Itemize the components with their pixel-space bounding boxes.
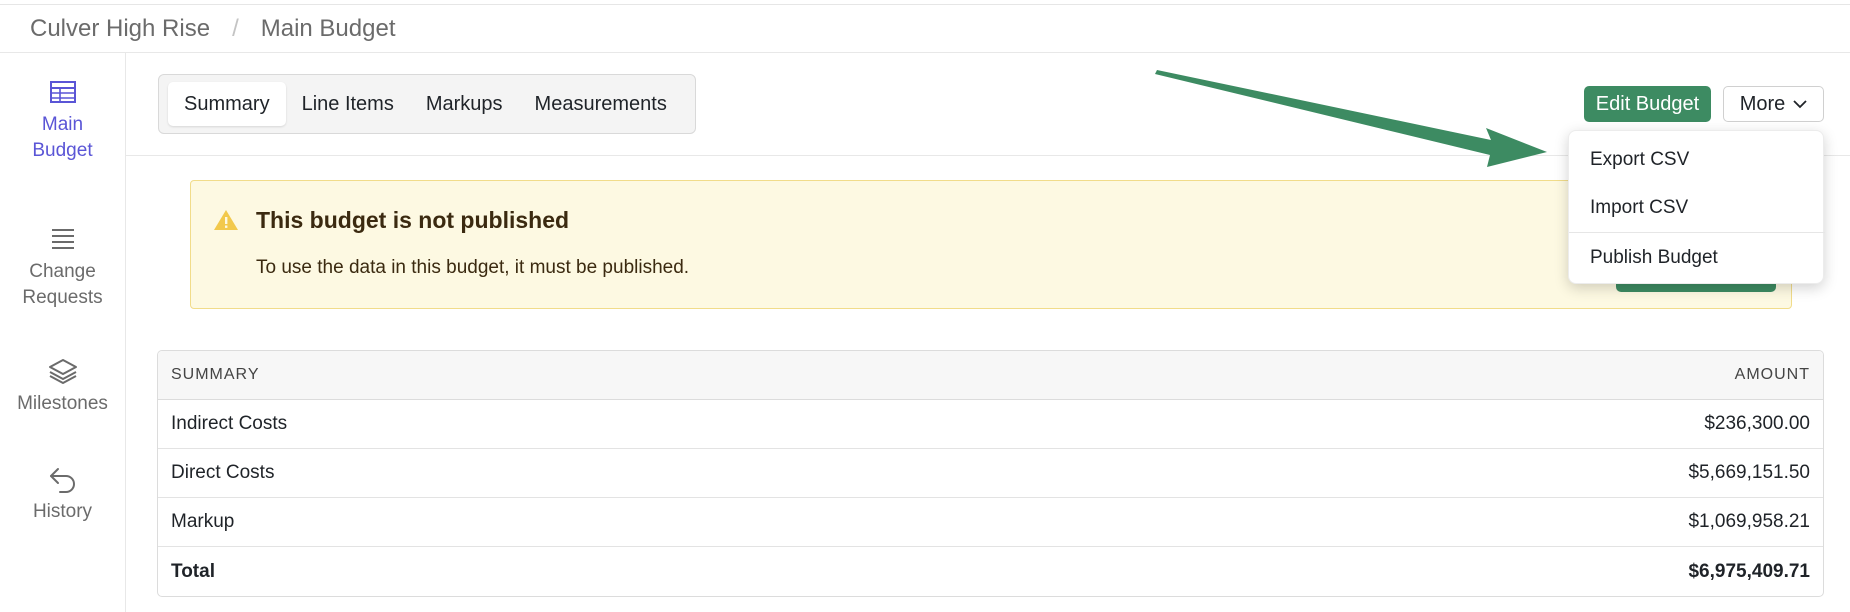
menu-item-export-csv[interactable]: Export CSV xyxy=(1569,136,1825,184)
chevron-down-icon xyxy=(1793,100,1807,109)
breadcrumb-current-page: Main Budget xyxy=(260,14,396,42)
table-header: SUMMARY AMOUNT xyxy=(158,351,1823,400)
table-row: Indirect Costs $236,300.00 xyxy=(158,400,1823,449)
table-icon xyxy=(49,81,76,103)
row-amount: $6,975,409.71 xyxy=(1688,560,1810,582)
table-row: Direct Costs $5,669,151.50 xyxy=(158,449,1823,498)
table-row: Markup $1,069,958.21 xyxy=(158,498,1823,547)
sidebar-item-label: Requests xyxy=(22,287,103,308)
sidebar-item-history[interactable]: History xyxy=(0,465,125,525)
layers-icon xyxy=(48,359,77,384)
annotation-arrow xyxy=(1155,70,1547,167)
menu-item-import-csv[interactable]: Import CSV xyxy=(1569,184,1825,232)
sidebar-item-label: History xyxy=(32,501,93,522)
sidebar: Main Budget Change Requests Milestones H… xyxy=(0,53,126,612)
table-row-total: Total $6,975,409.71 xyxy=(158,547,1823,596)
more-button-label: More xyxy=(1739,92,1786,115)
sidebar-item-label: Milestones xyxy=(17,393,108,414)
sidebar-item-change-requests[interactable]: Change Requests xyxy=(0,225,125,311)
unpublished-alert: This budget is not published To use the … xyxy=(190,180,1792,309)
warning-icon xyxy=(214,210,238,230)
more-dropdown-button[interactable]: More xyxy=(1723,86,1824,122)
row-amount: $236,300.00 xyxy=(1704,413,1810,434)
tab-summary[interactable]: Summary xyxy=(168,82,286,126)
edit-budget-button[interactable]: Edit Budget xyxy=(1584,86,1711,122)
alert-title: This budget is not published xyxy=(256,207,570,233)
row-label: Indirect Costs xyxy=(171,413,288,434)
breadcrumb-project[interactable]: Culver High Rise xyxy=(30,15,210,43)
sidebar-item-label: Main xyxy=(41,114,84,135)
row-amount: $1,069,958.21 xyxy=(1688,511,1810,532)
header-amount: AMOUNT xyxy=(1734,366,1810,383)
row-label: Total xyxy=(171,560,215,582)
row-amount: $5,669,151.50 xyxy=(1688,462,1810,483)
undo-icon xyxy=(49,468,75,493)
summary-table: SUMMARY AMOUNT Indirect Costs $236,300.0… xyxy=(157,350,1824,597)
sidebar-item-main-budget[interactable]: Main Budget xyxy=(0,78,125,164)
header-summary: SUMMARY xyxy=(171,366,260,383)
more-dropdown-menu: Export CSV Import CSV Publish Budget xyxy=(1568,130,1825,284)
sidebar-item-milestones[interactable]: Milestones xyxy=(0,357,125,417)
tab-markups[interactable]: Markups xyxy=(410,82,519,126)
list-icon xyxy=(51,229,74,249)
sidebar-item-label: Budget xyxy=(32,140,93,161)
menu-item-publish-budget[interactable]: Publish Budget xyxy=(1569,234,1825,282)
sidebar-item-label: Change xyxy=(29,261,96,282)
alert-message: To use the data in this budget, it must … xyxy=(256,257,690,278)
view-tabs: Summary Line Items Markups Measurements xyxy=(158,74,696,134)
row-label: Direct Costs xyxy=(171,462,275,483)
breadcrumb: Culver High Rise / Main Budget xyxy=(0,5,1850,53)
tab-measurements[interactable]: Measurements xyxy=(519,82,683,126)
row-label: Markup xyxy=(171,511,235,532)
menu-divider xyxy=(1569,232,1825,233)
breadcrumb-separator: / xyxy=(232,14,239,42)
tab-line-items[interactable]: Line Items xyxy=(286,82,410,126)
